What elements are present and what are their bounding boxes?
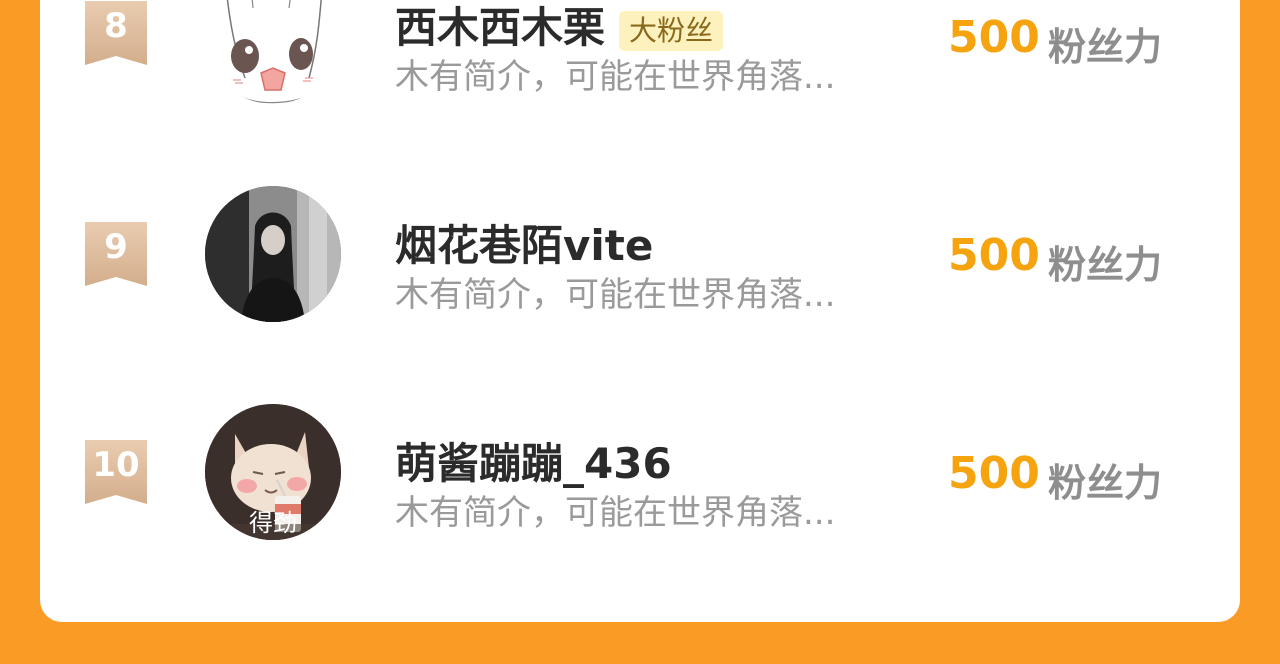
avatar-caption: 得劲 [249,509,297,537]
rank-badge: 9 [85,222,147,286]
rank-badge: 10 [85,440,147,504]
fan-score-unit: 粉丝力 [1048,25,1163,69]
rank-number: 9 [104,227,128,267]
fan-score: 500 [948,448,1040,499]
fan-score: 500 [948,12,1040,63]
anime-girl-avatar-icon [226,0,322,104]
user-name-text: 西木西木栗 [395,3,606,52]
rank-badge: 8 [85,1,147,65]
fan-score-unit: 粉丝力 [1048,461,1163,505]
user-description: 木有简介，可能在世界角落... [395,57,836,97]
avatar[interactable] [205,186,341,322]
fan-badge: 大粉丝 [619,10,724,51]
rank-number: 8 [104,6,128,46]
list-item[interactable]: 9 烟花巷陌vite 木有简介，可能在世界角落... 500 粉丝力 [40,178,1240,328]
avatar[interactable] [205,0,341,104]
user-name[interactable]: 烟花巷陌vite [395,212,653,273]
user-description: 木有简介，可能在世界角落... [395,493,836,533]
user-name[interactable]: 西木西木栗 大粉丝 [395,0,724,55]
fan-score: 500 [948,230,1040,281]
user-name[interactable]: 萌酱蹦蹦_436 [395,430,672,491]
list-item[interactable]: 8 西木西木栗 大粉丝 木有简介，可能在世界角落... 500 粉丝力 [40,0,1240,110]
ranking-card: 8 西木西木栗 大粉丝 木有简介，可能在世界角落... 500 粉丝力 9 烟花… [40,0,1240,622]
list-item[interactable]: 10 得劲 萌酱蹦蹦_436 木有简介，可能在世界角落... 500 粉丝力 [40,396,1240,546]
person-photo-icon [205,186,341,322]
rank-number: 10 [92,445,140,485]
user-description: 木有简介，可能在世界角落... [395,275,836,315]
avatar[interactable]: 得劲 [205,404,341,540]
fan-score-unit: 粉丝力 [1048,243,1163,287]
